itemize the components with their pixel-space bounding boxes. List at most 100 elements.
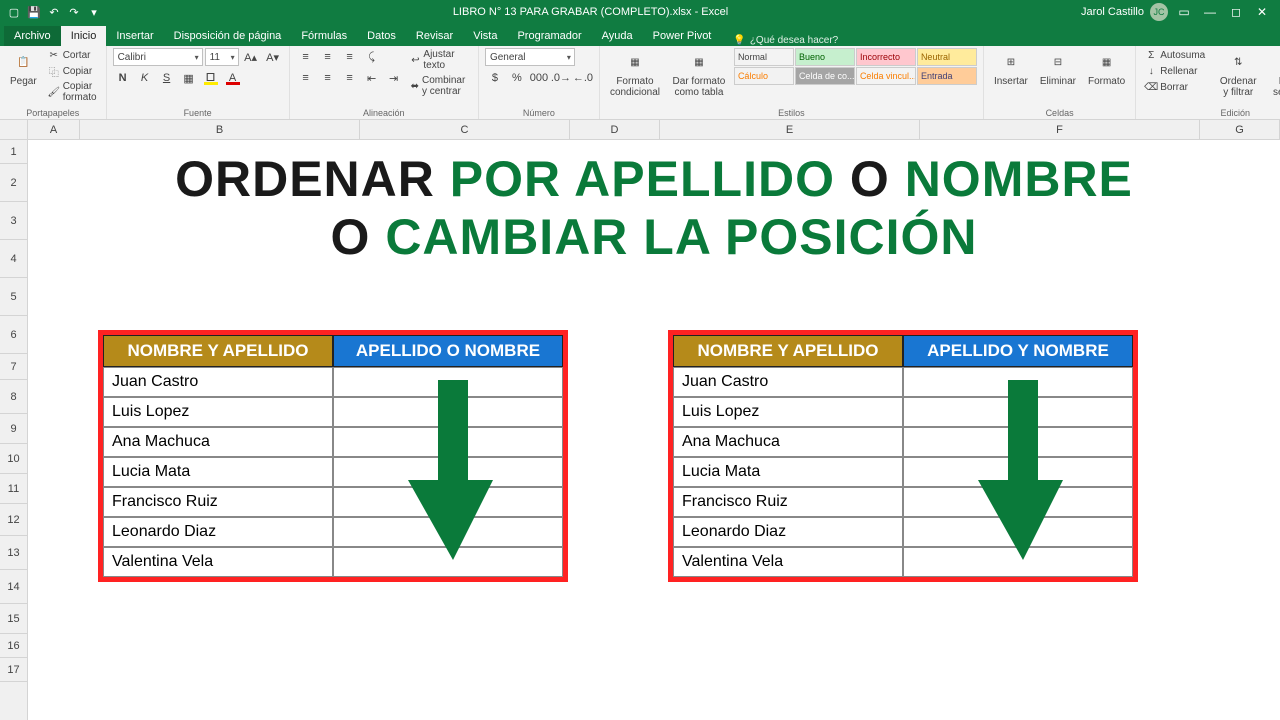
tab-file[interactable]: Archivo xyxy=(4,26,61,46)
tab-layout[interactable]: Disposición de página xyxy=(164,26,292,46)
align-top-button[interactable]: ≡ xyxy=(296,48,316,66)
row-header-4[interactable]: 4 xyxy=(0,240,27,278)
table-left-cell-name[interactable]: Lucia Mata xyxy=(103,457,333,487)
fill-color-button[interactable]: 🞑 xyxy=(201,69,221,87)
row-header-12[interactable]: 12 xyxy=(0,504,27,536)
style-normal[interactable]: Normal xyxy=(734,48,794,66)
increase-font-button[interactable]: A▴ xyxy=(241,48,261,66)
decrease-decimal-button[interactable]: ←.0 xyxy=(573,69,593,87)
cell-styles-gallery[interactable]: Normal Bueno Incorrecto Neutral Cálculo … xyxy=(734,48,977,85)
tab-help[interactable]: Ayuda xyxy=(592,26,643,46)
tab-powerpivot[interactable]: Power Pivot xyxy=(643,26,722,46)
worksheet[interactable]: ORDENAR POR APELLIDO O NOMBRE O CAMBIAR … xyxy=(28,140,1280,720)
style-good[interactable]: Bueno xyxy=(795,48,855,66)
col-header-C[interactable]: C xyxy=(360,120,570,139)
select-all-corner[interactable] xyxy=(0,120,28,139)
row-header-16[interactable]: 16 xyxy=(0,634,27,658)
table-left-cell-name[interactable]: Juan Castro xyxy=(103,367,333,397)
fill-button[interactable]: ↓Rellenar xyxy=(1142,64,1208,78)
insert-cells-button[interactable]: ⊞Insertar xyxy=(990,48,1032,89)
row-header-3[interactable]: 3 xyxy=(0,202,27,240)
row-header-14[interactable]: 14 xyxy=(0,570,27,604)
redo-icon[interactable]: ↷ xyxy=(66,4,82,20)
tell-me-search[interactable]: 💡 ¿Qué desea hacer? xyxy=(733,35,838,46)
table-right-cell-name[interactable]: Lucia Mata xyxy=(673,457,903,487)
table-right-cell-name[interactable]: Ana Machuca xyxy=(673,427,903,457)
decrease-indent-button[interactable]: ⇤ xyxy=(362,69,382,87)
row-header-10[interactable]: 10 xyxy=(0,444,27,474)
close-icon[interactable]: ✕ xyxy=(1252,2,1272,22)
minimize-icon[interactable]: — xyxy=(1200,2,1220,22)
save-icon[interactable]: 💾 xyxy=(26,4,42,20)
find-select-button[interactable]: 🔍Buscar y seleccionar xyxy=(1268,48,1280,100)
font-size-combo[interactable]: 11 xyxy=(205,48,239,66)
table-left-cell-name[interactable]: Ana Machuca xyxy=(103,427,333,457)
row-header-13[interactable]: 13 xyxy=(0,536,27,570)
row-header-2[interactable]: 2 xyxy=(0,164,27,202)
table-right-cell-name[interactable]: Juan Castro xyxy=(673,367,903,397)
merge-center-button[interactable]: ⬌Combinar y centrar xyxy=(408,74,472,98)
italic-button[interactable]: K xyxy=(135,69,155,87)
align-middle-button[interactable]: ≡ xyxy=(318,48,338,66)
tab-formulas[interactable]: Fórmulas xyxy=(291,26,357,46)
table-right-cell-name[interactable]: Valentina Vela xyxy=(673,547,903,577)
table-left-cell-name[interactable]: Luis Lopez xyxy=(103,397,333,427)
percent-button[interactable]: % xyxy=(507,69,527,87)
tab-home[interactable]: Inicio xyxy=(61,26,107,46)
style-linked[interactable]: Celda vincul... xyxy=(856,67,916,85)
wrap-text-button[interactable]: ↩Ajustar texto xyxy=(408,48,472,72)
comma-button[interactable]: 000 xyxy=(529,69,549,87)
row-header-1[interactable]: 1 xyxy=(0,140,27,164)
table-left-cell-name[interactable]: Leonardo Diaz xyxy=(103,517,333,547)
row-header-7[interactable]: 7 xyxy=(0,354,27,380)
align-bottom-button[interactable]: ≡ xyxy=(340,48,360,66)
currency-button[interactable]: $ xyxy=(485,69,505,87)
table-left-cell-name[interactable]: Valentina Vela xyxy=(103,547,333,577)
delete-cells-button[interactable]: ⊟Eliminar xyxy=(1036,48,1080,89)
qat-more-icon[interactable]: ▾ xyxy=(86,4,102,20)
table-right-cell-name[interactable]: Francisco Ruiz xyxy=(673,487,903,517)
col-header-D[interactable]: D xyxy=(570,120,660,139)
decrease-font-button[interactable]: A▾ xyxy=(263,48,283,66)
format-painter-button[interactable]: 🖌Copiar formato xyxy=(45,80,100,104)
conditional-format-button[interactable]: ▦ Formato condicional xyxy=(606,48,664,100)
format-cells-button[interactable]: ▦Formato xyxy=(1084,48,1129,89)
row-header-9[interactable]: 9 xyxy=(0,414,27,444)
tab-developer[interactable]: Programador xyxy=(507,26,591,46)
row-header-11[interactable]: 11 xyxy=(0,474,27,504)
align-center-button[interactable]: ≡ xyxy=(318,69,338,87)
row-header-17[interactable]: 17 xyxy=(0,658,27,682)
clear-button[interactable]: ⌫Borrar xyxy=(1142,80,1208,94)
col-header-A[interactable]: A xyxy=(28,120,80,139)
col-header-F[interactable]: F xyxy=(920,120,1200,139)
user-name[interactable]: Jarol Castillo xyxy=(1081,6,1144,18)
style-neutral[interactable]: Neutral xyxy=(917,48,977,66)
number-format-combo[interactable]: General xyxy=(485,48,575,66)
cut-button[interactable]: ✂Cortar xyxy=(45,48,100,62)
table-left-cell-name[interactable]: Francisco Ruiz xyxy=(103,487,333,517)
maximize-icon[interactable]: ◻ xyxy=(1226,2,1246,22)
tab-data[interactable]: Datos xyxy=(357,26,406,46)
undo-icon[interactable]: ↶ xyxy=(46,4,62,20)
ribbon-display-icon[interactable]: ▭ xyxy=(1174,2,1194,22)
align-left-button[interactable]: ≡ xyxy=(296,69,316,87)
style-checkcell[interactable]: Celda de co... xyxy=(795,67,855,85)
col-header-E[interactable]: E xyxy=(660,120,920,139)
font-color-button[interactable]: A xyxy=(223,69,243,87)
align-right-button[interactable]: ≡ xyxy=(340,69,360,87)
copy-button[interactable]: ⿻Copiar xyxy=(45,64,100,78)
table-right-cell-name[interactable]: Leonardo Diaz xyxy=(673,517,903,547)
style-calc[interactable]: Cálculo xyxy=(734,67,794,85)
row-header-15[interactable]: 15 xyxy=(0,604,27,634)
underline-button[interactable]: S xyxy=(157,69,177,87)
increase-decimal-button[interactable]: .0→ xyxy=(551,69,571,87)
row-header-8[interactable]: 8 xyxy=(0,380,27,414)
autosum-button[interactable]: ΣAutosuma xyxy=(1142,48,1208,62)
sort-filter-button[interactable]: ⇅Ordenar y filtrar xyxy=(1212,48,1264,100)
bold-button[interactable]: N xyxy=(113,69,133,87)
style-input[interactable]: Entrada xyxy=(917,67,977,85)
orientation-button[interactable]: ⤹ xyxy=(362,48,382,66)
style-bad[interactable]: Incorrecto xyxy=(856,48,916,66)
row-header-5[interactable]: 5 xyxy=(0,278,27,316)
table-right-cell-name[interactable]: Luis Lopez xyxy=(673,397,903,427)
